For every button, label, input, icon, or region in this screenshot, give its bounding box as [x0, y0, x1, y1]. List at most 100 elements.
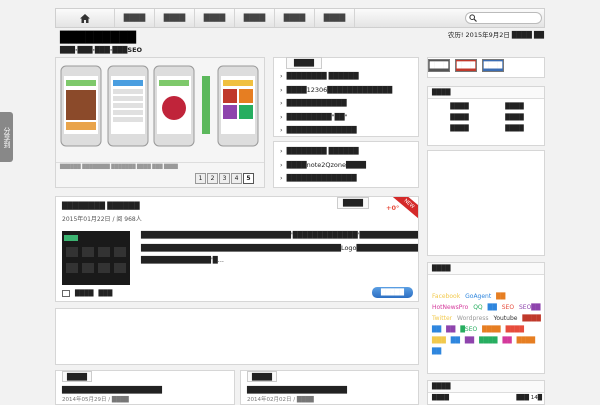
ad-banner	[55, 308, 419, 365]
share-label: 分享到	[3, 126, 11, 148]
sidebar-link[interactable]: ████	[432, 103, 487, 110]
tag-link[interactable]: ████	[506, 326, 524, 333]
tab-card-2[interactable]: ████	[247, 371, 277, 382]
home-icon	[80, 13, 90, 23]
footer-link-1[interactable]: ████	[75, 290, 93, 297]
sidebar-links-grid: ████ ████ ████ ████ ████ ████	[432, 103, 542, 132]
comment-icon	[62, 290, 70, 297]
card-1-title[interactable]: ████████████████████	[62, 386, 162, 394]
sidebar-link[interactable]: ███ 14█	[516, 395, 542, 401]
read-more-button[interactable]: █████	[372, 287, 413, 298]
sidebar-button-2[interactable]: ████	[455, 59, 477, 72]
nav-item-1[interactable]: ████	[115, 9, 155, 27]
article-meta: 2015年01月22日 / 阅 968人	[62, 216, 142, 223]
nav-item-4[interactable]: ████	[235, 9, 275, 27]
nav-home[interactable]	[56, 9, 115, 27]
sidebar-section-1-title: ████	[428, 87, 544, 99]
sidebar-link[interactable]: ████	[487, 125, 542, 132]
sidebar-button-1[interactable]: ████	[428, 59, 450, 72]
slider-page-2[interactable]: 2	[207, 173, 218, 184]
sidebar-section-1: ████ ████ ████ ████ ████ ████ ████	[427, 86, 545, 146]
nav-item-6[interactable]: ████	[315, 9, 355, 27]
article-card: ████████ ██████ 2015年01月22日 / 阅 968人 ███…	[55, 196, 419, 302]
sidebar-button-bar: ████ ████ ████	[427, 57, 545, 78]
nav-item-3[interactable]: ████	[195, 9, 235, 27]
article-thumbnail[interactable]	[62, 231, 130, 285]
article-excerpt: ██████████████████████████████'█████████…	[141, 231, 419, 264]
new-ribbon-label: NEW	[402, 197, 416, 211]
article-footer: ████ ███	[62, 290, 112, 297]
sidebar-link[interactable]: ████	[487, 114, 542, 121]
tag-link[interactable]: ████	[522, 315, 540, 322]
tag-link[interactable]: Wordpress	[457, 315, 489, 322]
sidebar-button-3[interactable]: ████	[482, 59, 504, 72]
tag-link[interactable]: ██	[496, 293, 505, 300]
card-2-meta: 2014年02月02日 / ████	[247, 397, 314, 403]
tag-link[interactable]: ████	[482, 326, 500, 333]
nav-item-2[interactable]: ████	[155, 9, 195, 27]
tag-cloud: Facebook GoAgent ██ HotNewsPro QQ ██ SEO…	[432, 291, 544, 357]
slider-page-5[interactable]: 5	[243, 173, 254, 184]
sidebar-link[interactable]: ████	[432, 114, 487, 121]
share-tab[interactable]: 分享到	[0, 112, 13, 162]
search-input[interactable]	[465, 12, 542, 24]
list-item[interactable]: ████████ ██████	[280, 70, 418, 84]
list-item[interactable]: ██████████████	[280, 172, 418, 186]
sidebar-tags-title: ████	[428, 263, 544, 275]
sidebar-link[interactable]: ████	[432, 125, 487, 132]
tag-link[interactable]: SEO██	[519, 304, 541, 311]
site-tagline: ███·███·███·███SEO	[60, 46, 143, 54]
tag-link[interactable]: GoAgent	[465, 293, 491, 300]
featured-list-bottom: ████████ ██████ ████note2Qzone████ █████…	[273, 141, 419, 188]
slider-page-4[interactable]: 4	[231, 173, 242, 184]
footer-link-2[interactable]: ███	[98, 290, 112, 297]
tag-link[interactable]: ██	[465, 337, 474, 344]
sidebar-section-3-links: ████ ███ 14█	[432, 395, 542, 401]
tab-article[interactable]: ████	[337, 197, 369, 209]
list-item[interactable]: ████12306█████████████	[280, 84, 418, 98]
list-item[interactable]: ████████████	[280, 97, 418, 111]
list-item[interactable]: █████████"██"	[280, 111, 418, 125]
slider-page-3[interactable]: 3	[219, 173, 230, 184]
tag-link[interactable]: ██	[432, 326, 441, 333]
card-2-title[interactable]: ████████████████████	[247, 386, 347, 394]
nav-item-5[interactable]: ████	[275, 9, 315, 27]
card-1-meta: 2014年05月29日 / ████	[62, 397, 129, 403]
featured-slider[interactable]: ██████ ████████ ███████ ████ ███ ████ 1 …	[55, 57, 265, 188]
featured-list: ████████ ██████ ████12306█████████████ █…	[280, 70, 418, 138]
tag-link[interactable]: ██	[432, 348, 441, 355]
tab-card-1[interactable]: ████	[62, 371, 92, 382]
sidebar-link[interactable]: ████	[432, 395, 449, 401]
list-item[interactable]: ██████████████	[280, 124, 418, 138]
sidebar-section-3: ████ ████ ███ 14█	[427, 380, 545, 405]
featured-list-top: ████ ████████ ██████ ████12306██████████…	[273, 57, 419, 137]
header-date: 农历! 2015年9月2日 ████ ██	[447, 31, 544, 39]
tag-link[interactable]: Youtube	[493, 315, 517, 322]
slider-page-1[interactable]: 1	[195, 173, 206, 184]
tag-link[interactable]: ██	[502, 337, 511, 344]
tag-link[interactable]: SEO	[502, 304, 514, 311]
featured-list-2: ████████ ██████ ████note2Qzone████ █████…	[280, 145, 418, 186]
slider-caption: ██████ ████████ ███████ ████ ███ ████	[60, 165, 178, 170]
slider-pager: 1 2 3 4 5	[195, 173, 254, 184]
tag-link[interactable]: Facebook	[432, 293, 460, 300]
tag-link[interactable]: ██	[451, 337, 460, 344]
tag-link[interactable]: █SEO	[460, 326, 477, 333]
article-title[interactable]: ████████ ██████	[62, 202, 140, 210]
tag-link[interactable]: ████	[517, 337, 535, 344]
sidebar-ad	[427, 150, 545, 256]
sidebar-link[interactable]: ████	[487, 103, 542, 110]
list-item[interactable]: ████note2Qzone████	[280, 159, 418, 173]
list-item[interactable]: ████████ ██████	[280, 145, 418, 159]
sidebar-tags: ████ Facebook GoAgent ██ HotNewsPro QQ █…	[427, 262, 545, 374]
tag-link[interactable]: QQ	[473, 304, 482, 311]
tag-link[interactable]: ███	[432, 337, 446, 344]
sidebar-section-3-title: ████	[428, 381, 544, 393]
tag-link[interactable]: HotNewsPro	[432, 304, 468, 311]
tag-link[interactable]: ████	[479, 337, 497, 344]
tag-link[interactable]: ██	[446, 326, 455, 333]
tag-link[interactable]: Twitter	[432, 315, 452, 322]
tab-featured[interactable]: ████	[286, 57, 322, 69]
tag-link[interactable]: ██	[488, 304, 497, 311]
site-title[interactable]: █████████	[60, 31, 136, 44]
